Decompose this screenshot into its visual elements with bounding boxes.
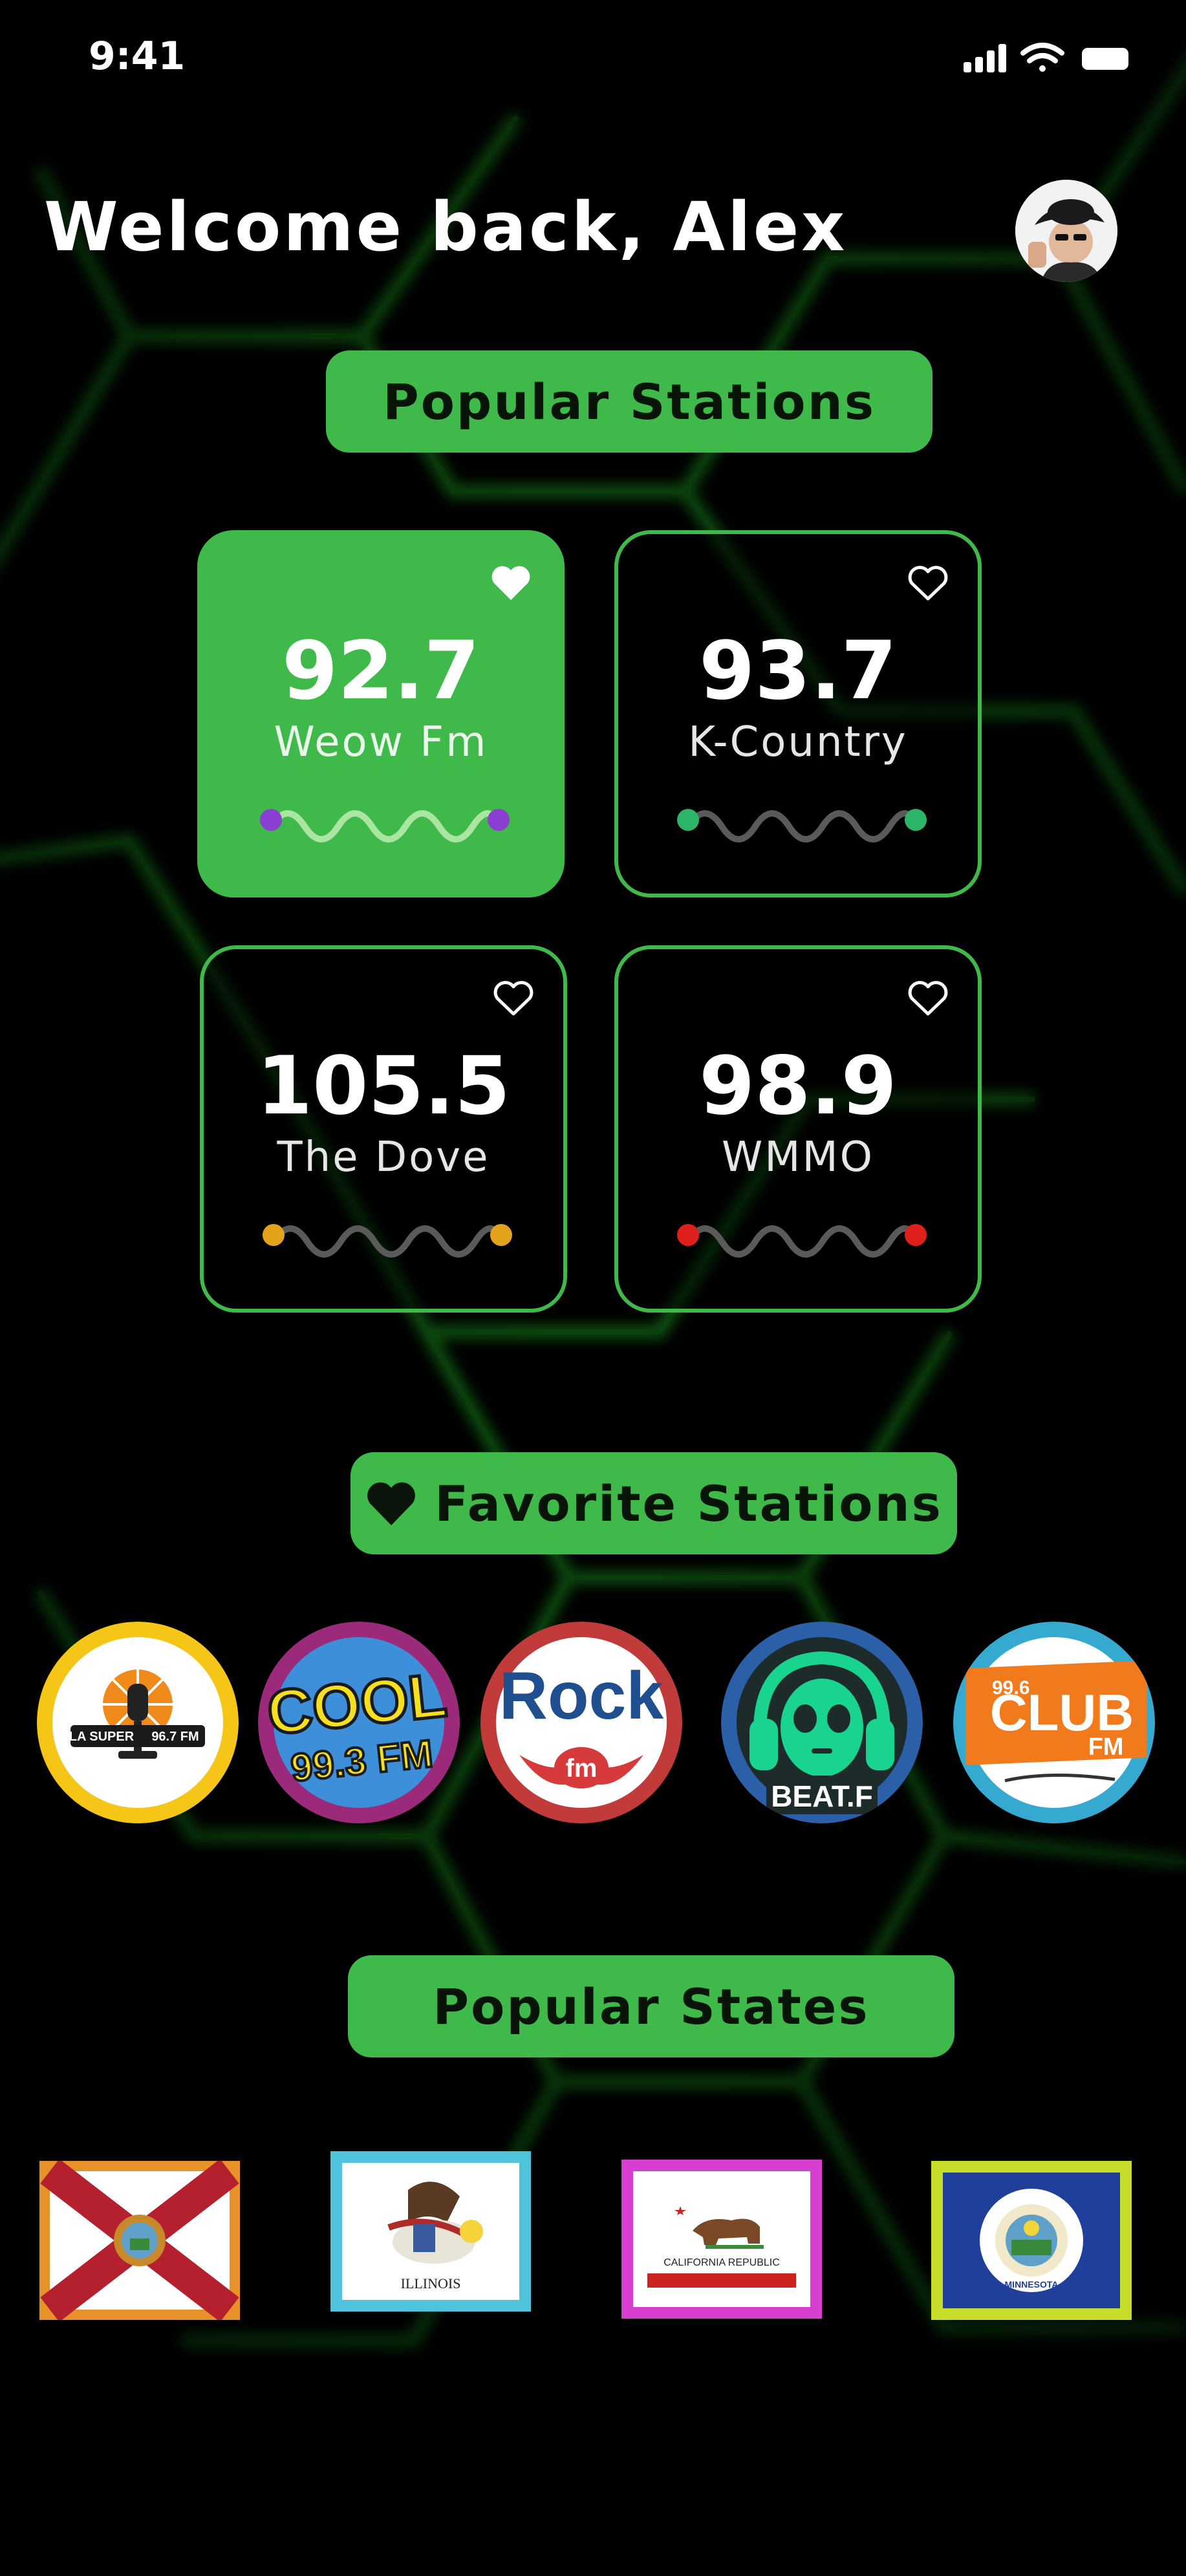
popular-stations-heading: Popular Stations — [326, 350, 933, 453]
heart-outline-icon[interactable] — [492, 979, 535, 1018]
minnesota-flag[interactable]: MINNESOTA — [931, 2161, 1132, 2320]
favorite-stations-heading: Favorite Stations — [350, 1452, 957, 1554]
station-frequency: 105.5 — [256, 1040, 511, 1133]
wifi-icon — [1020, 43, 1064, 72]
svg-text:96.7 FM: 96.7 FM — [151, 1730, 199, 1744]
heart-icon — [367, 1482, 416, 1525]
svg-text:Rock: Rock — [499, 1658, 663, 1733]
svg-text:MINNESOTA: MINNESOTA — [1005, 2279, 1059, 2290]
rock-fm-logo[interactable]: Rock fm — [480, 1622, 682, 1823]
svg-text:FM: FM — [1088, 1733, 1124, 1761]
popular-states-title: Popular States — [433, 1977, 870, 2035]
illinois-flag[interactable]: ILLINOIS — [330, 2151, 531, 2312]
station-name: The Dove — [277, 1133, 490, 1181]
heart-filled-icon[interactable] — [490, 564, 532, 603]
beat-fm-logo[interactable]: BEAT.F — [721, 1622, 923, 1823]
wave-icon — [260, 809, 510, 843]
station-card[interactable]: 105.5 The Dove — [200, 945, 567, 1313]
cellular-signal-icon — [964, 44, 1006, 72]
station-frequency: 92.7 — [282, 625, 480, 718]
battery-icon — [1082, 48, 1128, 70]
greeting-title: Welcome back, Alex — [44, 188, 848, 266]
popular-states-heading: Popular States — [348, 1955, 954, 2057]
svg-text:ILLINOIS: ILLINOIS — [401, 2275, 461, 2292]
california-flag[interactable]: CALIFORNIA REPUBLIC — [621, 2160, 822, 2319]
la-super-967-fm-logo[interactable]: LA SUPER 96.7 FM — [37, 1622, 239, 1823]
popular-stations-title: Popular Stations — [383, 372, 876, 431]
station-name: WMMO — [721, 1133, 875, 1181]
status-icons — [964, 40, 1135, 79]
station-frequency: 93.7 — [699, 625, 897, 718]
wave-icon — [263, 1224, 512, 1258]
station-name: Weow Fm — [274, 718, 488, 766]
heart-outline-icon[interactable] — [907, 564, 949, 603]
svg-text:fm: fm — [566, 1754, 598, 1783]
wave-icon — [677, 809, 927, 843]
favorite-stations-title: Favorite Stations — [435, 1474, 943, 1532]
svg-text:LA SUPER: LA SUPER — [69, 1730, 135, 1744]
station-card[interactable]: 92.7 Weow Fm — [197, 530, 565, 897]
svg-text:CLUB: CLUB — [990, 1684, 1134, 1741]
heart-outline-icon[interactable] — [907, 979, 949, 1018]
station-card[interactable]: 93.7 K-Country — [614, 530, 982, 897]
station-card[interactable]: 98.9 WMMO — [614, 945, 982, 1313]
station-name: K-Country — [688, 718, 908, 766]
club-fm-996-logo[interactable]: 99.6 CLUB FM — [953, 1622, 1155, 1823]
svg-text:CALIFORNIA REPUBLIC: CALIFORNIA REPUBLIC — [663, 2257, 780, 2268]
status-time: 9:41 — [89, 34, 186, 79]
station-frequency: 98.9 — [699, 1040, 897, 1133]
florida-flag[interactable] — [39, 2161, 240, 2320]
user-avatar[interactable] — [1015, 180, 1117, 282]
cool-933-fm-logo[interactable]: COOL 99.3 FM — [258, 1622, 460, 1823]
svg-text:BEAT.F: BEAT.F — [771, 1779, 873, 1813]
wave-icon — [677, 1224, 927, 1258]
